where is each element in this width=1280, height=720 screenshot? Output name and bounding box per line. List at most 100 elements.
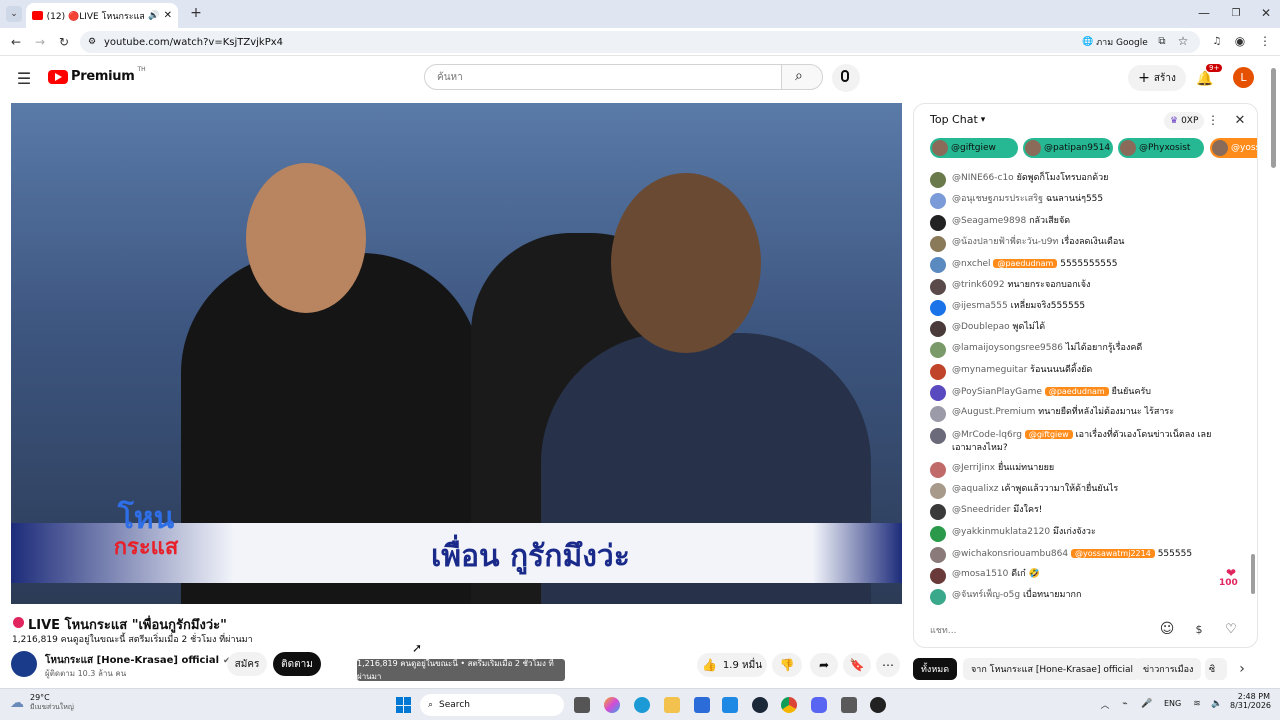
chat-author-name[interactable]: @น้องปลายฟ้าพี่ตะวัน-บ9ท [952, 237, 1058, 247]
chat-author-name[interactable]: @August.Premium [952, 407, 1035, 417]
emoji-icon[interactable]: ☺ [1158, 620, 1176, 638]
create-button[interactable]: + สร้าง [1128, 65, 1186, 91]
chat-message[interactable]: @yakkinmuklata2120 มึงเก่งจังวะ [930, 525, 1240, 542]
page-scrollbar-thumb[interactable] [1271, 68, 1276, 168]
page-scrollbar[interactable] [1271, 62, 1278, 684]
network-icon[interactable]: ⌁ [1118, 697, 1132, 711]
chat-message[interactable]: @NINE66-c1o ยัดพูดก็โมงโทรบอกด้วย [930, 172, 1240, 188]
chat-message[interactable]: @JerriJinx ยื่นแม่ทนายยย [930, 461, 1240, 478]
chat-author-name[interactable]: @aqualixz [952, 484, 999, 494]
chat-author-avatar[interactable] [930, 235, 946, 252]
clock[interactable]: 2:48 PM 8/31/2026 [1230, 692, 1271, 710]
chat-author-avatar[interactable] [930, 546, 946, 563]
chat-author-avatar[interactable] [930, 589, 946, 606]
chat-author-avatar[interactable] [930, 172, 946, 188]
weather-widget[interactable]: ☁ 29°C มีเมฆส่วนใหญ่ [10, 693, 74, 713]
chat-author-avatar[interactable] [930, 525, 946, 542]
start-button[interactable] [396, 697, 412, 713]
chat-mention-tag[interactable]: @yossawatmj2214 [1070, 548, 1155, 558]
chat-author-name[interactable]: @mynameguitar [952, 365, 1027, 375]
tray-overflow-icon[interactable]: ︿ [1098, 697, 1112, 711]
chat-author-name[interactable]: @lamaijoysongsree9586 [952, 343, 1063, 353]
volume-icon[interactable]: 🔈 [1210, 697, 1224, 711]
chat-author-name[interactable]: @MrCode-lq6rg [952, 430, 1022, 440]
bookmark-star-icon[interactable]: ☆ [1176, 34, 1190, 48]
restore-icon[interactable]: ❐ [1228, 5, 1244, 21]
browser-menu-icon[interactable]: ⋮ [1258, 34, 1272, 48]
chat-author-avatar[interactable] [930, 461, 946, 478]
chat-message[interactable]: @mosa1510 ดีเก๋ 🤣 [930, 568, 1240, 585]
chip-from-channel[interactable]: จาก โหนกระแส [Hone-Krasae] official [963, 658, 1142, 680]
chat-message[interactable]: @ijesma555 เหลี่ยมจริง555555 [930, 299, 1240, 316]
chat-author-name[interactable]: @อนุเชษฐภมรประเสริฐ [952, 194, 1043, 204]
chat-scrollbar[interactable] [1251, 164, 1255, 604]
scrollbar-thumb[interactable] [1251, 554, 1255, 594]
chat-author-name[interactable]: @Doublepao [952, 322, 1010, 332]
chat-author-avatar[interactable] [930, 427, 946, 444]
save-button[interactable]: 🔖 [843, 653, 871, 677]
chat-author-avatar[interactable] [930, 278, 946, 295]
chat-message[interactable]: @trink6092 ทนายกระจอกบอกเจ้ง [930, 278, 1240, 295]
chat-author-name[interactable]: @Sneedrider [952, 505, 1010, 515]
chat-close-icon[interactable]: ✕ [1232, 112, 1248, 128]
chat-message[interactable]: @อนุเชษฐภมรประเสริฐ ฉนลานน่ๆ555 [930, 193, 1240, 210]
pinned-user-chip[interactable]: @yoss [1210, 138, 1257, 158]
chat-author-avatar[interactable] [930, 406, 946, 423]
forward-icon[interactable]: → [32, 34, 48, 50]
edge-icon[interactable] [634, 697, 650, 713]
voice-search-button[interactable] [832, 64, 860, 92]
profile-icon[interactable]: ◉ [1233, 34, 1247, 48]
xp-badge[interactable]: ♛ 0XP [1164, 112, 1205, 130]
install-app-icon[interactable]: ⧉ [1155, 34, 1169, 48]
discord-icon[interactable] [811, 697, 827, 713]
search-button[interactable]: ⌕ [781, 64, 823, 90]
chat-message[interactable]: @aqualixz เค้าพูดแล้ววามาให้ด้ายื่นยันไร [930, 482, 1240, 499]
chat-author-avatar[interactable] [930, 482, 946, 499]
game-app-icon[interactable] [870, 697, 886, 713]
site-info-icon[interactable]: ⚙ [88, 37, 96, 47]
chat-author-avatar[interactable] [930, 193, 946, 210]
chips-next-icon[interactable]: › [1234, 661, 1250, 677]
chat-message[interactable]: @August.Premium ทนายยืดที่หลังไม่ต้องมาน… [930, 406, 1240, 423]
notifications-button[interactable]: 🔔 9+ [1196, 64, 1223, 88]
tab-close-icon[interactable]: ✕ [164, 10, 172, 21]
browser-tab-youtube[interactable]: (12) 🔴LIVE โหนกระแส "เพื่อน 🔊 ✕ [26, 3, 178, 28]
chat-author-avatar[interactable] [930, 214, 946, 231]
mic-tray-icon[interactable]: 🎤 [1140, 697, 1154, 711]
chat-author-name[interactable]: @NINE66-c1o [952, 173, 1014, 183]
wifi-icon[interactable]: ≋ [1190, 697, 1204, 711]
heart-icon[interactable]: ♡ [1222, 620, 1240, 638]
app-icon[interactable] [722, 697, 738, 713]
chat-more-icon[interactable]: ⋮ [1206, 113, 1220, 127]
reload-icon[interactable]: ↻ [56, 34, 72, 50]
pinned-user-chip[interactable]: @giftgiew [930, 138, 1018, 158]
close-window-icon[interactable]: ✕ [1258, 5, 1274, 21]
chat-message[interactable]: @mynameguitar ร้อนนนนดีดิ้งยัด [930, 363, 1240, 380]
chat-mention-tag[interactable]: @paedudnam [1044, 387, 1109, 396]
chat-author-name[interactable]: @mosa1510 [952, 569, 1008, 579]
guide-menu-icon[interactable]: ☰ [14, 68, 34, 88]
chat-author-name[interactable]: @จันทร์เพ็ญ-o5g [952, 590, 1020, 600]
chrome-icon[interactable] [781, 697, 797, 713]
super-chat-icon[interactable]: $ [1190, 620, 1208, 638]
search-input[interactable]: ค้นหา [424, 64, 782, 90]
new-tab-button[interactable]: + [188, 5, 204, 21]
tab-list-chevron-icon[interactable]: ⌄ [6, 6, 22, 22]
chat-message[interactable]: @MrCode-lq6rg @giftgiew เอาเรื่องที่ตัวเ… [930, 427, 1240, 455]
chat-author-name[interactable]: @ijesma555 [952, 301, 1008, 311]
chat-author-avatar[interactable] [930, 342, 946, 359]
chat-message[interactable]: @Doublepao พูดไม่ได้ [930, 321, 1240, 338]
dislike-button[interactable]: 👎 [772, 653, 802, 677]
channel-avatar[interactable] [11, 651, 37, 677]
chip-more[interactable]: ซิ [1205, 658, 1227, 680]
store-icon[interactable] [694, 697, 710, 713]
chip-politics-news[interactable]: ข่าวการเมือง [1135, 658, 1202, 680]
chip-all[interactable]: ทั้งหมด [913, 658, 958, 680]
chat-message[interactable]: @PoySianPlayGame @paedudnam ยืนยันครับ [930, 385, 1240, 401]
pinned-user-chip[interactable]: @Phyxosist [1118, 138, 1204, 158]
calculator-icon[interactable] [841, 697, 857, 713]
chat-author-name[interactable]: @yakkinmuklata2120 [952, 527, 1050, 537]
chat-author-avatar[interactable] [930, 568, 946, 585]
account-avatar[interactable]: L [1233, 67, 1254, 88]
chat-author-avatar[interactable] [930, 385, 946, 401]
